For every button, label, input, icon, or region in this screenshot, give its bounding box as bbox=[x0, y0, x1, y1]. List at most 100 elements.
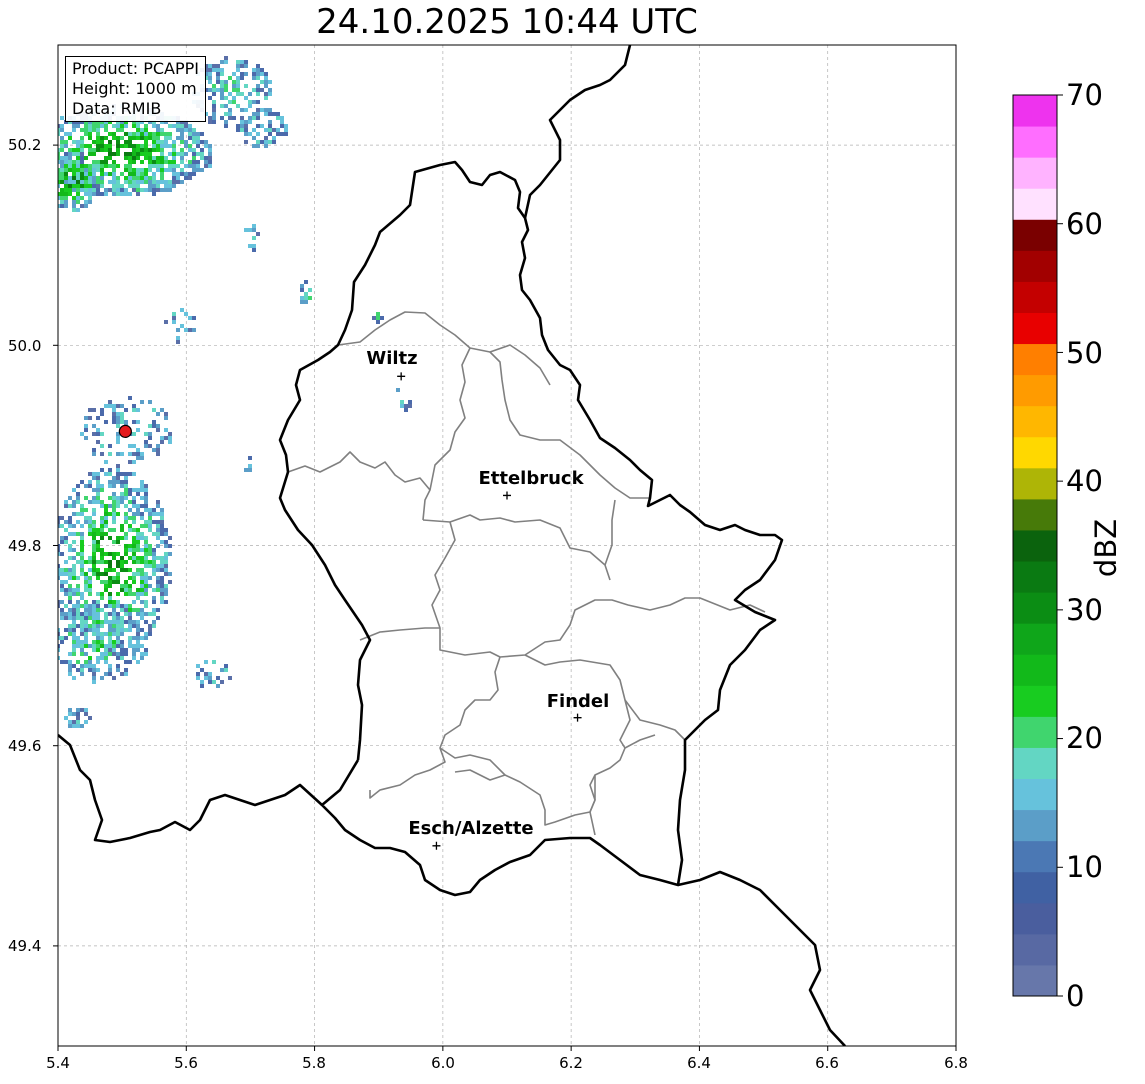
echo-pixel bbox=[88, 660, 92, 664]
echo-pixel bbox=[120, 452, 124, 456]
echo-pixel bbox=[232, 100, 236, 104]
echo-pixel bbox=[248, 468, 252, 472]
echo-pixel bbox=[72, 724, 76, 728]
echo-pixel bbox=[200, 680, 204, 684]
echo-pixel bbox=[72, 540, 76, 544]
echo-pixel bbox=[108, 640, 112, 644]
echo-pixel bbox=[128, 620, 132, 624]
colorbar-tick-label: 30 bbox=[1066, 593, 1103, 627]
echo-pixel bbox=[228, 676, 232, 680]
echo-pixel bbox=[60, 612, 64, 616]
echo-pixel bbox=[220, 104, 224, 108]
echo-pixel bbox=[64, 616, 68, 620]
echo-pixel bbox=[60, 176, 64, 180]
echo-pixel bbox=[80, 480, 84, 484]
colorbar-segment bbox=[1013, 778, 1057, 811]
echo-pixel bbox=[132, 460, 136, 464]
echo-pixel bbox=[92, 192, 96, 196]
echo-pixel bbox=[80, 616, 84, 620]
echo-pixel bbox=[96, 532, 100, 536]
echo-pixel bbox=[132, 148, 136, 152]
colorbar-segment bbox=[1013, 467, 1057, 500]
echo-pixel bbox=[88, 148, 92, 152]
echo-pixel bbox=[80, 708, 84, 712]
echo-pixel bbox=[68, 568, 72, 572]
echo-pixel bbox=[140, 524, 144, 528]
echo-pixel bbox=[236, 80, 240, 84]
echo-pixel bbox=[204, 160, 208, 164]
echo-pixel bbox=[88, 168, 92, 172]
echo-pixel bbox=[156, 128, 160, 132]
echo-pixel bbox=[256, 124, 260, 128]
echo-pixel bbox=[152, 448, 156, 452]
echo-pixel bbox=[76, 200, 80, 204]
echo-pixel bbox=[112, 540, 116, 544]
echo-pixel bbox=[144, 520, 148, 524]
echo-pixel bbox=[52, 644, 56, 648]
echo-pixel bbox=[84, 144, 88, 148]
echo-pixel bbox=[140, 512, 144, 516]
echo-pixel bbox=[72, 588, 76, 592]
colorbar-segment bbox=[1013, 747, 1057, 780]
echo-pixel bbox=[88, 616, 92, 620]
echo-pixel bbox=[200, 156, 204, 160]
echo-pixel bbox=[72, 500, 76, 504]
echo-pixel bbox=[84, 652, 88, 656]
echo-pixel bbox=[208, 120, 212, 124]
echo-pixel bbox=[164, 588, 168, 592]
echo-pixel bbox=[160, 564, 164, 568]
echo-pixel bbox=[72, 196, 76, 200]
echo-pixel bbox=[88, 624, 92, 628]
echo-pixel bbox=[40, 160, 44, 164]
echo-pixel bbox=[96, 192, 100, 196]
echo-pixel bbox=[72, 152, 76, 156]
echo-pixel bbox=[148, 148, 152, 152]
echo-pixel bbox=[236, 60, 240, 64]
echo-pixel bbox=[116, 416, 120, 420]
echo-pixel bbox=[112, 496, 116, 500]
echo-pixel bbox=[116, 664, 120, 668]
echo-pixel bbox=[72, 568, 76, 572]
x-tick-label: 6.2 bbox=[559, 1054, 583, 1072]
echo-pixel bbox=[136, 556, 140, 560]
echo-pixel bbox=[40, 160, 44, 164]
echo-pixel bbox=[112, 192, 116, 196]
echo-pixel bbox=[140, 488, 144, 492]
echo-pixel bbox=[104, 660, 108, 664]
echo-pixel bbox=[136, 636, 140, 640]
echo-pixel bbox=[220, 116, 224, 120]
echo-pixel bbox=[52, 536, 56, 540]
echo-pixel bbox=[212, 112, 216, 116]
echo-pixel bbox=[176, 152, 180, 156]
echo-pixel bbox=[172, 316, 176, 320]
echo-pixel bbox=[76, 124, 80, 128]
echo-pixel bbox=[64, 152, 68, 156]
echo-pixel bbox=[128, 156, 132, 160]
echo-pixel bbox=[136, 572, 140, 576]
echo-pixel bbox=[268, 128, 272, 132]
echo-pixel bbox=[136, 184, 140, 188]
echo-pixel bbox=[116, 576, 120, 580]
colorbar-tick-label: 40 bbox=[1066, 464, 1103, 498]
echo-pixel bbox=[248, 244, 252, 248]
echo-pixel bbox=[120, 192, 124, 196]
echo-pixel bbox=[180, 324, 184, 328]
echo-pixel bbox=[124, 132, 128, 136]
echo-pixel bbox=[172, 148, 176, 152]
echo-pixel bbox=[176, 328, 180, 332]
echo-pixel bbox=[64, 604, 68, 608]
echo-pixel bbox=[264, 140, 268, 144]
echo-pixel bbox=[152, 588, 156, 592]
echo-pixel bbox=[180, 172, 184, 176]
echo-pixel bbox=[32, 156, 36, 160]
echo-pixel bbox=[96, 572, 100, 576]
echo-pixel bbox=[132, 472, 136, 476]
echo-pixel bbox=[116, 128, 120, 132]
echo-pixel bbox=[104, 512, 108, 516]
echo-pixel bbox=[144, 132, 148, 136]
echo-pixel bbox=[232, 88, 236, 92]
echo-pixel bbox=[156, 144, 160, 148]
echo-pixel bbox=[60, 160, 64, 164]
echo-pixel bbox=[172, 320, 176, 324]
echo-pixel bbox=[204, 140, 208, 144]
